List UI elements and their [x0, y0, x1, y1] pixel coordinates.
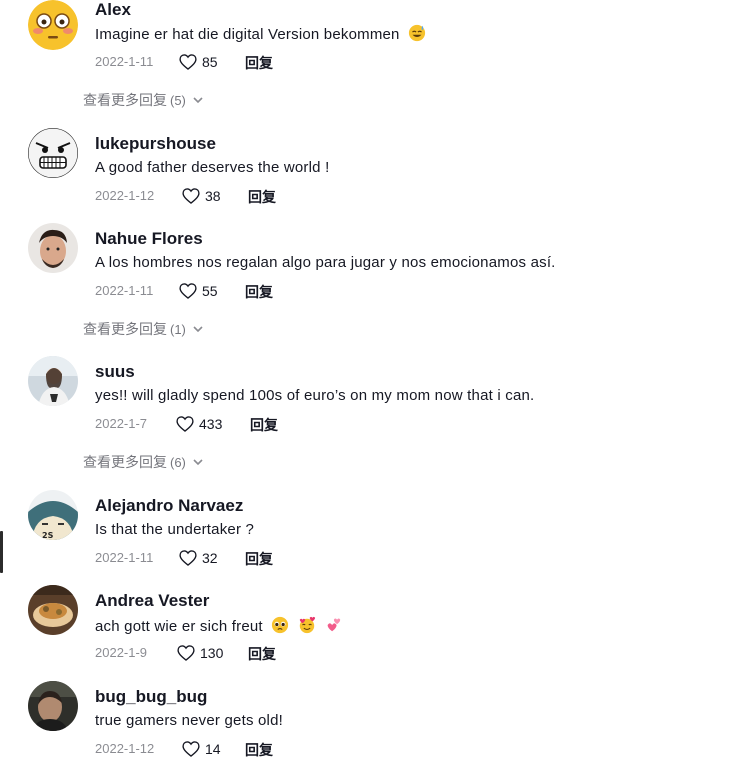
view-more-count: (6)	[170, 454, 186, 470]
like-button[interactable]: 38	[181, 186, 221, 206]
reply-button[interactable]: 回复	[245, 549, 273, 569]
like-button[interactable]: 32	[178, 548, 218, 568]
reply-button[interactable]: 回复	[248, 187, 276, 207]
like-count: 38	[205, 188, 221, 204]
reply-button[interactable]: 回复	[250, 415, 278, 435]
heart-icon	[182, 188, 200, 204]
comment-date: 2022-1-11	[95, 283, 154, 298]
comment-text: Is that the undertaker ?	[95, 521, 255, 538]
avatar[interactable]	[28, 681, 78, 731]
woman-photo-avatar	[28, 356, 78, 406]
like-count: 14	[205, 741, 221, 757]
avatar[interactable]	[28, 0, 78, 50]
comment-text: true gamers never gets old!	[95, 712, 283, 729]
avatar[interactable]	[28, 128, 78, 178]
food-photo-avatar	[28, 585, 78, 635]
view-more-replies[interactable]: 查看更多回复 (5)	[83, 90, 204, 110]
view-more-replies[interactable]: 查看更多回复 (1)	[83, 319, 204, 339]
comment-text: A los hombres nos regalan algo para juga…	[95, 254, 556, 271]
flushed-face-emoji-avatar	[28, 0, 78, 50]
view-more-count: (1)	[170, 321, 186, 337]
cartoon-character-avatar: 2S	[28, 490, 78, 540]
like-button[interactable]: 55	[178, 281, 218, 301]
like-count: 130	[200, 645, 224, 661]
heart-icon	[182, 741, 200, 757]
comment-text-content: ach gott wie er sich freut	[95, 618, 263, 635]
comment-username[interactable]: bug_bug_bug	[95, 687, 207, 707]
comment-username[interactable]: suus	[95, 362, 135, 382]
comment-date: 2022-1-12	[95, 188, 155, 203]
view-more-label: 查看更多回复	[83, 321, 167, 337]
avatar[interactable]	[28, 223, 78, 273]
like-button[interactable]: 433	[175, 414, 222, 434]
man-portrait-avatar	[28, 223, 78, 273]
smiling-face-with-hearts-emoji	[298, 616, 316, 634]
comment-date: 2022-1-12	[95, 741, 155, 756]
rage-face-meme-avatar	[28, 128, 78, 178]
heart-icon	[179, 54, 197, 70]
comment-username[interactable]: lukepurshouse	[95, 134, 216, 154]
man-dark-photo-avatar	[28, 681, 78, 731]
view-more-label: 查看更多回复	[83, 92, 167, 108]
heart-icon	[176, 416, 194, 432]
like-count: 85	[202, 54, 218, 70]
comment-username[interactable]: Andrea Vester	[95, 591, 209, 611]
svg-text:2S: 2S	[42, 531, 54, 540]
avatar[interactable]: 2S	[28, 490, 78, 540]
comment-username[interactable]: Alex	[95, 0, 131, 20]
comment-username[interactable]: Nahue Flores	[95, 229, 203, 249]
like-button[interactable]: 85	[178, 52, 218, 72]
comment-text: ach gott wie er sich freut	[95, 616, 342, 635]
heart-icon	[177, 645, 195, 661]
like-button[interactable]: 14	[181, 739, 221, 759]
view-more-count: (5)	[170, 92, 186, 108]
chevron-down-icon	[193, 326, 203, 333]
like-count: 433	[199, 416, 223, 432]
comment-text: Imagine er hat die digital Version bekom…	[95, 24, 426, 43]
view-more-replies[interactable]: 查看更多回复 (6)	[83, 452, 204, 472]
like-button[interactable]: 130	[176, 643, 223, 663]
comment-date: 2022-1-11	[95, 550, 154, 565]
pleading-face-emoji	[271, 616, 289, 634]
scrollbar-handle[interactable]	[0, 531, 3, 573]
reply-button[interactable]: 回复	[245, 282, 273, 302]
view-more-label: 查看更多回复	[83, 454, 167, 470]
heart-icon	[179, 283, 197, 299]
comment-text-content: Imagine er hat die digital Version bekom…	[95, 26, 400, 43]
reply-button[interactable]: 回复	[245, 53, 273, 73]
reply-button[interactable]: 回复	[245, 740, 273, 760]
chevron-down-icon	[193, 97, 203, 104]
avatar[interactable]	[28, 356, 78, 406]
like-count: 55	[202, 283, 218, 299]
avatar[interactable]	[28, 585, 78, 635]
comment-date: 2022-1-7	[95, 416, 148, 431]
comment-text: yes!! will gladly spend 100s of euro’s o…	[95, 387, 535, 404]
smiling-face-with-sweat-emoji	[408, 24, 426, 42]
heart-icon	[179, 550, 197, 566]
like-count: 32	[202, 550, 218, 566]
comment-username[interactable]: Alejandro Narvaez	[95, 496, 243, 516]
two-hearts-emoji	[324, 616, 342, 634]
comment-date: 2022-1-11	[95, 54, 154, 69]
comment-text: A good father deserves the world !	[95, 159, 330, 176]
reply-button[interactable]: 回复	[248, 644, 276, 664]
comment-date: 2022-1-9	[95, 645, 148, 660]
chevron-down-icon	[193, 459, 203, 466]
